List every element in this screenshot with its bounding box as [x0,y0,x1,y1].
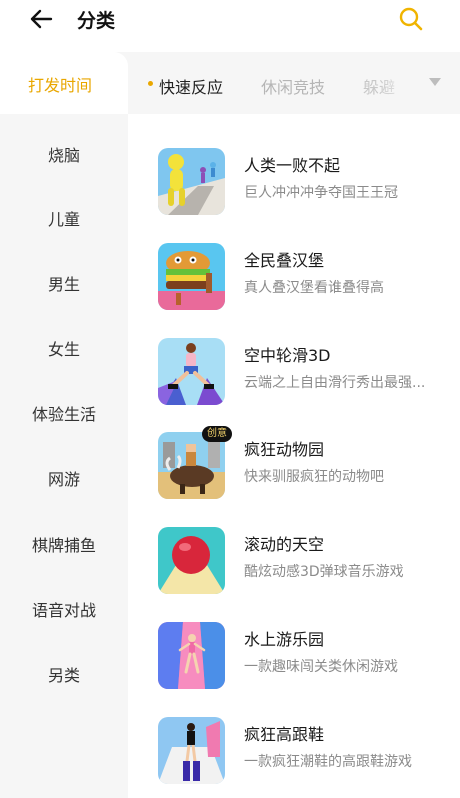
category-tab-bar: 打发时间 快速反应 休闲竞技 躲避 [0,52,460,114]
game-list: 人类一败不起 巨人冲冲冲争夺国王王冠 全民叠汉堡 真人叠汉堡看谁叠得高 空中轮滑… [128,114,460,798]
sidebar-item-boys[interactable]: 男生 [0,271,128,295]
game-title: 滚动的天空 [244,535,325,554]
list-item[interactable]: 空中轮滑3D 云端之上自由滑行秀出最强... [158,338,458,408]
sidebar-item-kids[interactable]: 儿童 [0,206,128,230]
list-item[interactable]: 水上游乐园 一款趣味闯关类休闲游戏 [158,622,458,692]
game-description: 真人叠汉堡看谁叠得高 [244,280,384,296]
water-park-icon [158,622,225,689]
giant-runner-icon [158,148,225,215]
sidebar-item-voice-battle[interactable]: 语音对战 [0,597,128,621]
page-title: 分类 [77,10,116,32]
game-description: 云端之上自由滑行秀出最强... [244,375,426,391]
creative-badge: 创意 [202,426,232,442]
category-sidebar: 烧脑 儿童 男生 女生 体验生活 网游 棋牌捕鱼 语音对战 另类 [0,114,128,798]
subtab-label: 快速反应 [159,78,224,97]
search-icon[interactable] [397,5,425,33]
sidebar-item-other[interactable]: 另类 [0,662,128,686]
game-description: 一款疯狂潮鞋的高跟鞋游戏 [244,754,412,770]
high-heels-icon [158,717,225,784]
list-item[interactable]: 滚动的天空 酷炫动感3D弹球音乐游戏 [158,527,458,597]
subtab-casual-competitive[interactable]: 休闲竞技 [261,74,325,98]
tab-fade-overlay [378,52,418,114]
list-item[interactable]: 创意 疯狂动物园 快来驯服疯狂的动物吧 [158,426,458,502]
game-description: 酷炫动感3D弹球音乐游戏 [244,564,404,580]
game-title: 疯狂高跟鞋 [244,725,325,744]
sidebar-item-online[interactable]: 网游 [0,466,128,490]
game-title: 空中轮滑3D [244,346,331,365]
game-description: 一款趣味闯关类休闲游戏 [244,659,398,675]
sidebar-item-girls[interactable]: 女生 [0,336,128,360]
chevron-down-icon[interactable] [429,78,441,86]
back-arrow-icon[interactable] [26,4,56,34]
game-title: 疯狂动物园 [244,440,325,459]
game-title: 人类一败不起 [244,156,341,175]
crazy-zoo-icon [158,432,225,499]
game-description: 快来驯服疯狂的动物吧 [244,469,384,485]
sidebar-item-brain[interactable]: 烧脑 [0,142,128,166]
tab-primary-category[interactable]: 打发时间 [0,52,128,114]
burger-stack-icon [158,243,225,310]
game-title: 水上游乐园 [244,630,325,649]
list-item[interactable]: 疯狂高跟鞋 一款疯狂潮鞋的高跟鞋游戏 [158,717,458,787]
sidebar-item-life-sim[interactable]: 体验生活 [0,401,128,425]
list-item[interactable]: 全民叠汉堡 真人叠汉堡看谁叠得高 [158,243,458,313]
active-dot-indicator [148,81,153,86]
game-description: 巨人冲冲冲争夺国王王冠 [244,185,398,201]
list-item[interactable]: 人类一败不起 巨人冲冲冲争夺国王王冠 [158,148,458,218]
subtab-quick-reaction[interactable]: 快速反应 [148,74,224,98]
sidebar-item-cards-fishing[interactable]: 棋牌捕鱼 [0,532,128,556]
game-title: 全民叠汉堡 [244,251,325,270]
rolling-sky-icon [158,527,225,594]
tab-primary-label: 打发时间 [28,76,93,95]
sky-roller-icon [158,338,225,405]
top-bar: 分类 [0,0,460,44]
